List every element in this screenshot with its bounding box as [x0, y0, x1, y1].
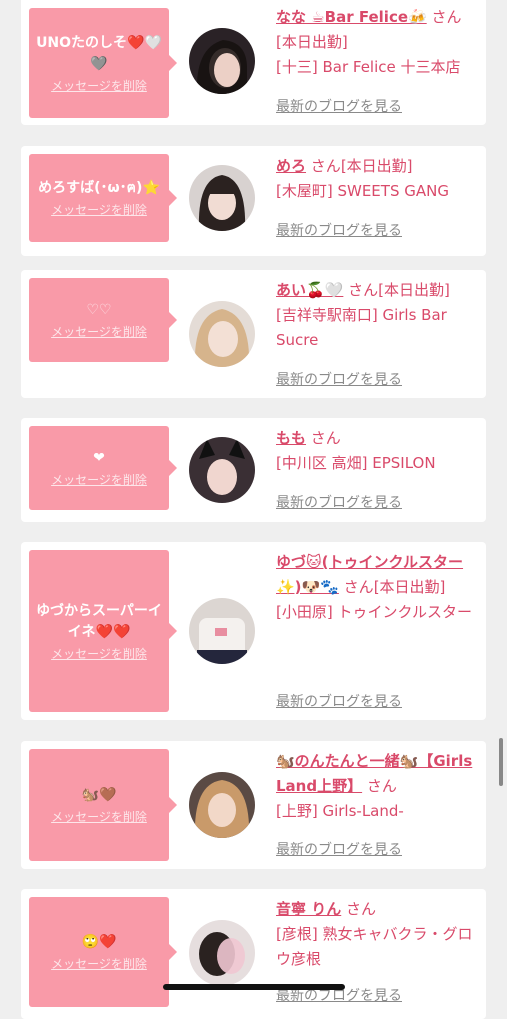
- message-card: ゆづからスーパーイイネ❤️❤️ メッセージを削除 ゆづ🐱(トゥインクルスター✨)…: [21, 542, 486, 720]
- message-bubble: ❤ メッセージを削除: [29, 426, 177, 510]
- cast-info: 音寧 りん さん [彦根] 熟女キャバクラ・グロウ彦根: [276, 897, 481, 972]
- honorific: さん: [310, 157, 341, 175]
- avatar[interactable]: [189, 437, 255, 503]
- message-text: 🐿️🤎: [81, 787, 117, 803]
- latest-blog-link[interactable]: 最新のブログを見る: [276, 96, 402, 116]
- latest-blog-link[interactable]: 最新のブログを見る: [276, 369, 402, 389]
- honorific: さん: [346, 900, 377, 918]
- message-bubble: UNOたのしそ❤️🤍🩶 メッセージを削除: [29, 8, 177, 118]
- cast-info: あい🍒🤍 さん[本日出勤] [吉祥寺駅南口] Girls Bar Sucre: [276, 278, 481, 353]
- scrollbar[interactable]: [499, 738, 503, 786]
- cast-name-link[interactable]: もも: [276, 429, 306, 447]
- latest-blog-link[interactable]: 最新のブログを見る: [276, 691, 402, 711]
- honorific: さん: [343, 578, 374, 596]
- latest-blog-link[interactable]: 最新のブログを見る: [276, 839, 402, 859]
- status-tag: [本日出勤]: [378, 281, 450, 299]
- honorific: さん: [431, 8, 462, 26]
- message-card: UNOたのしそ❤️🤍🩶 メッセージを削除 なな ☕Bar Felice🍻 さん […: [21, 0, 486, 125]
- message-card: ♡♡ メッセージを削除 あい🍒🤍 さん[本日出勤] [吉祥寺駅南口] Girls…: [21, 270, 486, 398]
- cast-info: ゆづ🐱(トゥインクルスター✨)🐶🐾 さん[本日出勤] [小田原] トゥインクルス…: [276, 550, 481, 625]
- shop-name: [中川区 高畑] EPSILON: [276, 454, 436, 472]
- message-bubble: 🐿️🤎 メッセージを削除: [29, 749, 177, 861]
- honorific: さん: [348, 281, 379, 299]
- avatar[interactable]: [189, 301, 255, 367]
- message-text: ゆづからスーパーイイネ❤️❤️: [36, 602, 162, 640]
- message-text: ❤: [93, 450, 105, 466]
- shop-name: [小田原] トゥインクルスター: [276, 603, 473, 621]
- avatar[interactable]: [189, 28, 255, 94]
- avatar[interactable]: [189, 598, 255, 664]
- message-card: めろすば(･ω･ฅ)⭐ メッセージを削除 めろ さん[本日出勤] [木屋町] S…: [21, 146, 486, 256]
- cast-info: 🐿️のんたんと一緒🐿️【Girls Land上野】 さん [上野] Girls-…: [276, 749, 481, 824]
- shop-name: [彦根] 熟女キャバクラ・グロウ彦根: [276, 925, 473, 968]
- cast-name-link[interactable]: あい🍒🤍: [276, 281, 343, 299]
- delete-message-link[interactable]: メッセージを削除: [51, 471, 147, 488]
- delete-message-link[interactable]: メッセージを削除: [51, 955, 147, 972]
- message-bubble: ゆづからスーパーイイネ❤️❤️ メッセージを削除: [29, 550, 177, 712]
- message-bubble: めろすば(･ω･ฅ)⭐ メッセージを削除: [29, 154, 177, 242]
- shop-name: [吉祥寺駅南口] Girls Bar Sucre: [276, 306, 447, 349]
- home-indicator[interactable]: [163, 984, 345, 990]
- latest-blog-link[interactable]: 最新のブログを見る: [276, 220, 402, 240]
- avatar[interactable]: [189, 772, 255, 838]
- latest-blog-link[interactable]: 最新のブログを見る: [276, 492, 402, 512]
- avatar[interactable]: [189, 165, 255, 231]
- message-card: ❤ メッセージを削除 もも さん [中川区 高畑] EPSILON 最新のブログ…: [21, 418, 486, 522]
- delete-message-link[interactable]: メッセージを削除: [51, 323, 147, 340]
- cast-info: めろ さん[本日出勤] [木屋町] SWEETS GANG: [276, 154, 481, 204]
- avatar[interactable]: [189, 920, 255, 986]
- message-text: UNOたのしそ❤️🤍🩶: [36, 34, 162, 72]
- honorific: さん: [310, 429, 341, 447]
- message-text: 🙄❤️: [81, 934, 117, 950]
- delete-message-link[interactable]: メッセージを削除: [51, 201, 147, 218]
- shop-name: [上野] Girls-Land-: [276, 802, 404, 820]
- delete-message-link[interactable]: メッセージを削除: [51, 77, 147, 94]
- message-card: 🐿️🤎 メッセージを削除 🐿️のんたんと一緒🐿️【Girls Land上野】 さ…: [21, 741, 486, 869]
- shop-name: [十三] Bar Felice 十三本店: [276, 58, 461, 76]
- message-bubble: ♡♡ メッセージを削除: [29, 278, 177, 362]
- status-tag: [本日出勤]: [276, 33, 348, 51]
- status-tag: [本日出勤]: [373, 578, 446, 596]
- status-tag: [本日出勤]: [340, 157, 413, 175]
- cast-name-link[interactable]: 音寧 りん: [276, 900, 341, 918]
- cast-name-link[interactable]: めろ: [276, 157, 306, 175]
- cast-info: なな ☕Bar Felice🍻 さん [本日出勤] [十三] Bar Felice…: [276, 5, 481, 80]
- delete-message-link[interactable]: メッセージを削除: [51, 808, 147, 825]
- shop-name: [木屋町] SWEETS GANG: [276, 182, 449, 200]
- cast-name-link[interactable]: なな ☕Bar Felice🍻: [276, 8, 427, 26]
- delete-message-link[interactable]: メッセージを削除: [51, 645, 147, 662]
- message-text: めろすば(･ω･ฅ)⭐: [38, 180, 160, 196]
- cast-info: もも さん [中川区 高畑] EPSILON: [276, 426, 481, 476]
- message-bubble: 🙄❤️ メッセージを削除: [29, 897, 177, 1007]
- honorific: さん: [366, 777, 397, 795]
- message-text: ♡♡: [86, 302, 112, 318]
